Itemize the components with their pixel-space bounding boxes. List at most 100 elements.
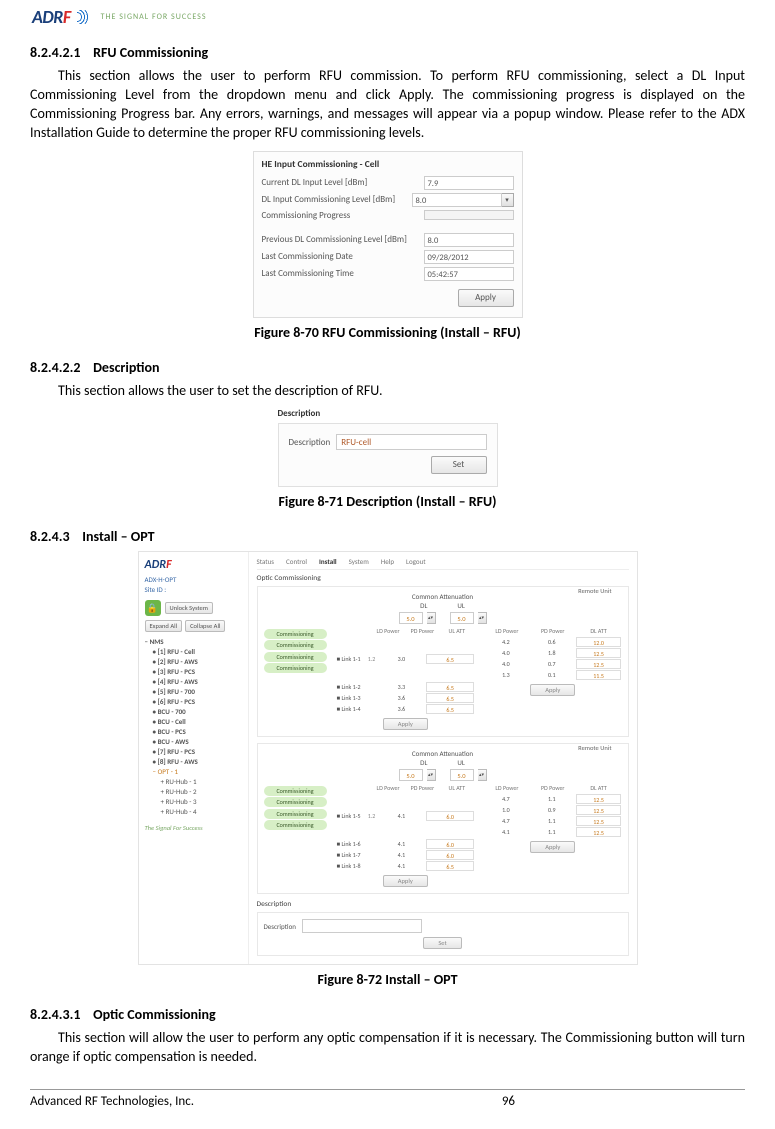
tree-item[interactable]: • [5] RFU - 700 [145,686,244,696]
commissioning-badge[interactable]: Commissioning [264,663,327,673]
previous-dl-level-label: Previous DL Commissioning Level [dBm] [262,234,424,245]
tab-status[interactable]: Status [257,557,275,566]
pd-power-value: 0.9 [530,805,574,815]
dl-att-input[interactable]: 12.5 [576,648,622,658]
tab-system[interactable]: System [349,557,369,566]
waves-icon [77,10,95,24]
commissioning-progress-bar [424,210,514,220]
pd-power-value: 3.3 [379,682,425,692]
tree-item[interactable]: • BCU - PCS [145,726,244,736]
tree-item[interactable]: • BCU - AWS [145,736,244,746]
description-input[interactable]: RFU-cell [336,434,486,450]
paragraph-rfu-commissioning: This section allows the user to perform … [30,67,745,143]
tree-root[interactable]: – NMS [145,636,244,646]
ul-att-input[interactable]: 6.5 [426,654,474,664]
chevron-down-icon[interactable]: ▾ [502,193,514,207]
dl-commissioning-level-select[interactable]: 8.0 [412,193,502,207]
tree-hub-item[interactable]: + RU-Hub - 4 [145,806,244,816]
apply-button[interactable]: Apply [383,875,428,887]
dl-att-input[interactable]: 12.5 [576,816,622,826]
ul-att-input[interactable]: 6.0 [426,839,474,849]
section-number: 8.2.4.2.2 [30,359,80,376]
ul-att-input[interactable]: 6.5 [426,704,474,714]
current-dl-input-label: Current DL Input Level [dBm] [262,177,424,188]
description-box: Description Set [257,912,629,956]
dl-att-input[interactable]: 11.5 [576,670,622,680]
ul-att-input[interactable]: 6.0 [426,811,474,821]
apply-button[interactable]: Apply [530,684,575,696]
device-tree[interactable]: – NMS • [1] RFU - Cell• [2] RFU - AWS• [… [145,636,244,816]
tree-opt[interactable]: – OPT - 1 [145,766,244,776]
figure-8-70: HE Input Commissioning - Cell Current DL… [30,151,745,341]
collapse-all-button[interactable]: Collapse All [185,620,225,632]
commissioning-badge[interactable]: Commissioning [264,629,327,639]
tree-item[interactable]: • [4] RFU - AWS [145,676,244,686]
apply-button[interactable]: Apply [383,718,428,730]
sidebar-model: ADX-H-OPT [145,575,244,584]
dl-att-input[interactable]: 5.0 [399,769,423,781]
commissioning-badge[interactable]: Commissioning [264,809,327,819]
tree-item[interactable]: • [8] RFU - AWS [145,756,244,766]
section-title: Description [93,359,159,376]
remote-unit-label: Remote Unit [578,744,611,752]
paragraph-optic-commissioning: This section will allow the user to perf… [30,1029,745,1067]
tree-item[interactable]: • [1] RFU - Cell [145,646,244,656]
ul-att-input[interactable]: 6.5 [426,693,474,703]
description-input[interactable] [302,919,422,933]
tree-hub-item[interactable]: + RU-Hub - 2 [145,786,244,796]
set-button[interactable]: Set [423,937,461,949]
dl-att-input[interactable]: 12.5 [576,659,622,669]
description-title: Description [257,900,629,909]
commissioning-badge[interactable]: Commissioning [264,786,327,796]
ul-att-input[interactable]: 5.0 [450,612,474,624]
tree-item[interactable]: • [3] RFU - PCS [145,666,244,676]
ul-att-input[interactable]: 6.5 [426,861,474,871]
ul-att-input[interactable]: 6.5 [426,682,474,692]
commissioning-badge[interactable]: Commissioning [264,797,327,807]
expand-all-button[interactable]: Expand All [145,620,183,632]
tree-item[interactable]: • [2] RFU - AWS [145,656,244,666]
pd-power-value: 1.1 [530,827,574,837]
apply-button[interactable]: Apply [530,841,575,853]
ul-att-input[interactable]: 5.0 [450,769,474,781]
spinner-icon[interactable]: ▴▾ [478,612,487,624]
dl-att-input[interactable]: 12.5 [576,794,622,804]
unlock-system-button[interactable]: Unlock System [165,602,213,614]
dl-att-input[interactable]: 12.5 [576,805,622,815]
tree-item[interactable]: • BCU - 700 [145,706,244,716]
pd-power-value: 4.1 [379,811,425,821]
optic-block-2: Common Attenuation DL UL 5.0▴▾ 5.0▴▾ Rem… [257,743,629,894]
set-button[interactable]: Set [431,456,487,474]
previous-dl-level-value: 8.0 [424,233,514,247]
tree-hub-item[interactable]: + RU-Hub - 3 [145,796,244,806]
ul-att-input[interactable]: 6.0 [426,850,474,860]
spinner-icon[interactable]: ▴▾ [478,769,487,781]
dl-att-input[interactable]: 12.0 [576,637,622,647]
last-commissioning-date-label: Last Commissioning Date [262,251,424,262]
spinner-icon[interactable]: ▴▾ [427,769,436,781]
commissioning-badge[interactable]: Commissioning [264,640,327,650]
tree-item[interactable]: • BCU - Cell [145,716,244,726]
optic-block-1: Common Attenuation DL UL 5.0▴▾ 5.0▴▾ Rem… [257,586,629,737]
dl-att-input[interactable]: 12.5 [576,827,622,837]
tree-item[interactable]: • [7] RFU - PCS [145,746,244,756]
brand-tagline: THE SIGNAL FOR SUCCESS [101,12,207,22]
dl-att-input[interactable]: 5.0 [399,612,423,624]
common-attenuation-label: Common Attenuation [264,749,622,758]
last-commissioning-time-label: Last Commissioning Time [262,268,424,279]
commissioning-badge[interactable]: Commissioning [264,820,327,830]
commissioning-badge[interactable]: Commissioning [264,652,327,662]
spinner-icon[interactable]: ▴▾ [427,612,436,624]
tab-control[interactable]: Control [286,557,307,566]
tab-logout[interactable]: Logout [406,557,426,566]
sidebar-site: Site ID : [145,585,244,594]
tree-item[interactable]: • [6] RFU - PCS [145,696,244,706]
figure-8-71-caption: Figure 8-71 Description (Install – RFU) [30,493,745,510]
apply-button[interactable]: Apply [458,289,514,307]
link-label: ■ Link 1-8 [337,862,365,870]
link-label: ■ Link 1-3 [337,694,365,702]
tree-hub-item[interactable]: + RU-Hub - 1 [145,776,244,786]
section-title: Optic Commissioning [93,1006,216,1023]
tab-install[interactable]: Install [319,557,337,566]
tab-help[interactable]: Help [381,557,394,566]
